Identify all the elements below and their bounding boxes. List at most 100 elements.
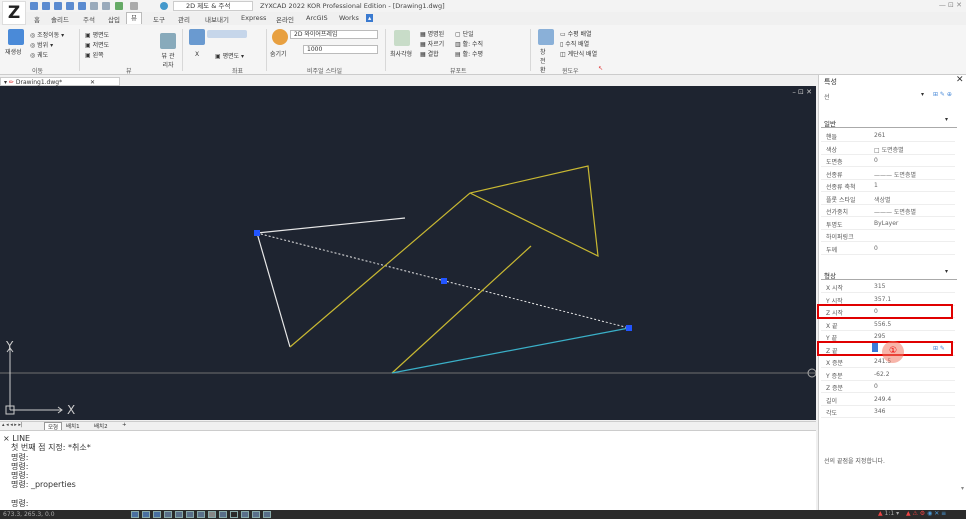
viewport-config-label[interactable]: 최사각형 [390, 49, 412, 58]
tab-view[interactable]: 뷰 [126, 12, 142, 24]
save-icon[interactable] [54, 2, 62, 10]
hide-label[interactable]: 숨기기 [270, 49, 287, 58]
ribbon-toggle-icon[interactable]: ▴ [366, 14, 374, 22]
property-value[interactable]: 295 [874, 333, 885, 340]
window-controls[interactable]: — ⊡ ✕ [939, 1, 962, 9]
app-logo[interactable]: Z [2, 1, 26, 25]
named-viewport-button[interactable]: ▦ 명명된 [420, 29, 444, 38]
join-button[interactable]: ▦ 결합 [420, 49, 439, 58]
property-row-general-3[interactable]: 선종류 ——— 도면층별 [821, 167, 955, 180]
left-view-button[interactable]: ▣ 왼쪽 [85, 50, 104, 59]
bottom-view-button[interactable]: ▣ 저면도 [85, 40, 109, 49]
property-row-geometry-8[interactable]: Z 증분 0 [821, 380, 955, 393]
range-button[interactable]: ◎ 범위 ▾ [30, 40, 53, 49]
grip-end[interactable] [626, 325, 632, 331]
property-value[interactable]: 0 [874, 383, 878, 390]
tab-solid[interactable]: 솔리드 [51, 14, 69, 24]
status-icons[interactable]: ▲ ⚠ ⚙ ◉ ✕ ≡ [906, 510, 946, 517]
quick-select-icon[interactable]: ⊞ ✎ ⊕ [933, 91, 952, 98]
property-row-general-2[interactable]: 도면층 0 [821, 154, 955, 167]
osnap-icon[interactable] [175, 511, 183, 518]
visual-style-select[interactable]: 2D 와이어프레임 [290, 30, 378, 39]
tab-annotate[interactable]: 주석 [83, 14, 95, 24]
property-value[interactable]: 색상별 [874, 195, 891, 204]
property-value[interactable]: 1 [874, 182, 878, 189]
command-input[interactable]: 명령: [3, 499, 813, 508]
snap-icon[interactable] [131, 511, 139, 518]
regen-icon[interactable] [8, 29, 24, 45]
expand-arrow-icon[interactable]: ↖ [598, 65, 603, 72]
property-row-geometry-10[interactable]: 각도 346 [821, 405, 955, 418]
undo-icon[interactable] [90, 2, 98, 10]
tile-horizontal-button[interactable]: ▭ 수평 배열 [560, 29, 592, 38]
grip-start[interactable] [254, 230, 260, 236]
switch-window-label[interactable]: 창 전환 [540, 47, 550, 74]
tab-tools[interactable]: 도구 [153, 14, 165, 24]
white-line-top[interactable] [256, 217, 406, 234]
yellow-line[interactable] [391, 245, 532, 374]
tpy-icon[interactable] [219, 511, 227, 518]
property-row-general-9[interactable]: 두께 0 [821, 242, 955, 255]
add-layout-button[interactable]: + [122, 422, 127, 428]
view-manager-label[interactable]: 뷰 관리자 [160, 51, 176, 69]
tab-online[interactable]: 온라인 [276, 14, 294, 24]
property-value[interactable]: 346 [874, 408, 885, 415]
property-row-geometry-9[interactable]: 길이 249.4 [821, 393, 955, 406]
document-tab[interactable]: ▾ ✏ Drawing1.dwg* ✕ [0, 77, 120, 86]
polar-icon[interactable] [164, 511, 172, 518]
opacity-input[interactable]: 1000 [303, 45, 378, 54]
selection-dropdown[interactable]: 선 ▾ ⊞ ✎ ⊕ [821, 91, 965, 101]
ucs-x-label[interactable]: X [195, 51, 199, 58]
command-history[interactable]: × LINE 첫 번째 점 지정: *취소* 명령: 명령: 명령: 명령: _… [0, 430, 816, 510]
layout-nav-icons[interactable]: ▴ ◂ ◂ ▸ ▸| [2, 422, 23, 428]
hide-icon[interactable] [272, 29, 288, 45]
grid-icon[interactable] [142, 511, 150, 518]
lineweight-icon[interactable] [197, 511, 205, 518]
undo-arrow-icon[interactable] [115, 2, 123, 10]
tab-layout2[interactable]: 배치2 [94, 422, 108, 430]
qp-icon[interactable] [230, 511, 238, 518]
annotation-scale[interactable]: ▲ 1:1 ▾ [878, 510, 899, 517]
tab-layout1[interactable]: 배치1 [66, 422, 80, 430]
pick-point-icon[interactable]: ⊞ ✎ [933, 345, 945, 352]
plot-icon[interactable] [78, 2, 86, 10]
z-end-input-cursor[interactable] [872, 343, 878, 352]
property-value[interactable]: -62.2 [874, 371, 890, 378]
zoom-button[interactable]: ◎ 조정이동 ▾ [30, 30, 64, 39]
vertical-split-button[interactable]: ▥ 활: 수직 [455, 39, 483, 48]
yellow-polyline[interactable] [289, 165, 599, 348]
sc-icon[interactable] [241, 511, 249, 518]
collapse-geometry-icon[interactable]: ▾ [945, 268, 948, 275]
view-manager-icon[interactable] [160, 33, 176, 49]
orbit-button[interactable]: ◎ 궤도 [30, 50, 48, 59]
cyan-line[interactable] [391, 327, 630, 374]
tab-works[interactable]: Works [339, 14, 359, 22]
scroll-down-icon[interactable]: ▾ [961, 485, 964, 492]
cascade-button[interactable]: ◫ 계단식 배열 [560, 49, 597, 58]
collapse-general-icon[interactable]: ▾ [945, 116, 948, 123]
top-view-button[interactable]: ▣ 평면도 [85, 30, 109, 39]
workspace-select[interactable]: 2D 제도 & 주석 [173, 1, 253, 11]
tile-vertical-button[interactable]: ▯ 수직 배열 [560, 39, 589, 48]
property-value[interactable]: ——— 도면층별 [874, 207, 916, 216]
property-row-general-1[interactable]: 색상 □ 도면층별 [821, 142, 955, 155]
switch-window-icon[interactable] [538, 29, 554, 45]
redo-arrow-icon[interactable] [130, 2, 138, 10]
open-icon[interactable] [42, 2, 50, 10]
tab-home[interactable]: 홈 [34, 14, 40, 24]
tab-manage[interactable]: 관리 [178, 14, 190, 24]
property-row-general-4[interactable]: 선종류 축척 1 [821, 179, 955, 192]
property-value[interactable]: 0 [874, 157, 878, 164]
viewport-config-icon[interactable] [394, 30, 410, 46]
horizontal-split-button[interactable]: ▤ 활: 수평 [455, 49, 483, 58]
tab-insert[interactable]: 삽입 [108, 14, 120, 24]
otrack-icon[interactable] [186, 511, 194, 518]
new-icon[interactable] [30, 2, 38, 10]
property-value[interactable]: 0 [874, 245, 878, 252]
property-value[interactable]: ByLayer [874, 220, 898, 227]
close-panel-icon[interactable]: ✕ [956, 75, 964, 85]
ortho-icon[interactable] [153, 511, 161, 518]
tab-export[interactable]: 내보내기 [205, 14, 229, 24]
model-icon[interactable] [263, 511, 271, 518]
property-row-general-0[interactable]: 핸들 261 [821, 129, 955, 142]
